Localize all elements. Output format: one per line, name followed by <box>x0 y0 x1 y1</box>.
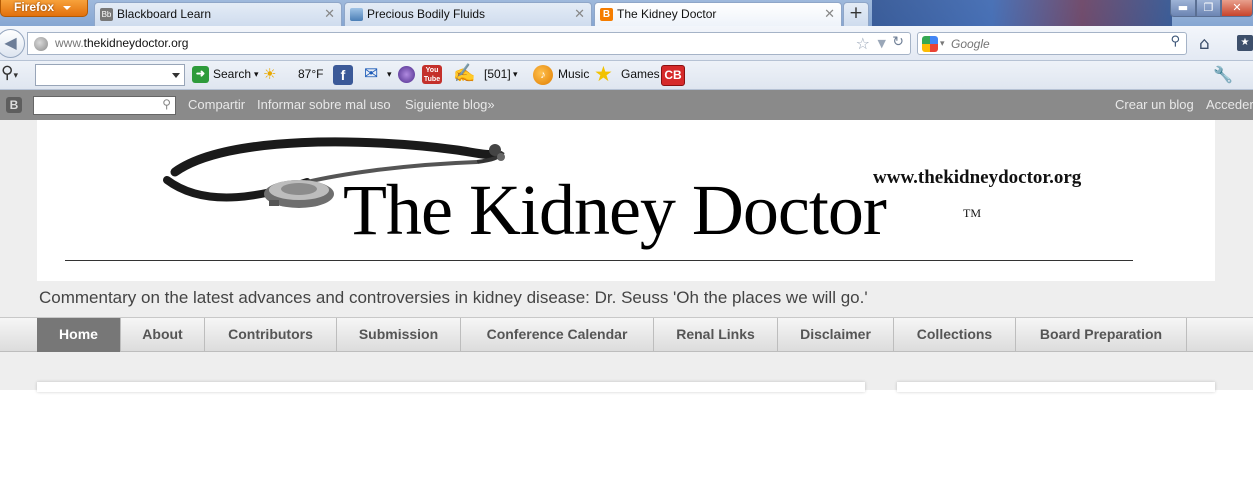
google-icon[interactable] <box>922 36 938 52</box>
header-url-text: www.thekidneydoctor.org <box>873 167 1082 188</box>
firefox-menu-button[interactable]: Firefox <box>0 0 88 17</box>
url-bar[interactable]: www.thekidneydoctor.org ☆ ▼ ↻ <box>27 32 911 55</box>
toolbar-search-label[interactable]: Search <box>213 67 251 81</box>
new-tab-button[interactable]: + <box>843 2 869 26</box>
mail-icon[interactable]: ✉ <box>364 64 378 84</box>
search-arrow-icon[interactable]: ➜ <box>192 66 209 83</box>
chevron-down-icon[interactable]: ▾ <box>513 69 518 80</box>
blogger-favicon-icon: B <box>600 8 613 21</box>
next-blog-link[interactable]: Siguiente blog» <box>405 97 495 112</box>
chevron-down-icon[interactable]: ▾ <box>387 69 392 80</box>
tab-conference-calendar[interactable]: Conference Calendar <box>461 318 654 352</box>
blogger-logo-icon[interactable]: B <box>6 97 22 113</box>
browser-tab-strip: Firefox Bb Blackboard Learn ✕ Precious B… <box>0 0 1253 26</box>
mail-count[interactable]: [501] <box>484 67 511 81</box>
browser-tab-kidney-doctor[interactable]: B The Kidney Doctor ✕ <box>594 2 842 26</box>
music-link[interactable]: Music <box>558 67 589 81</box>
header-title-text: The Kidney Doctor <box>343 170 887 250</box>
wrench-icon[interactable]: 🔧 <box>1213 65 1233 85</box>
tab-collections[interactable]: Collections <box>894 318 1016 352</box>
close-icon[interactable]: ✕ <box>574 3 585 25</box>
search-icon[interactable]: ⚲▾ <box>1 63 18 83</box>
addon-toolbar: ⚲▾ ➜ Search ▾ ☀ 87°F f ✉ ▾ You Tube ✍ [5… <box>0 61 1253 90</box>
blackboard-favicon-icon: Bb <box>100 8 113 21</box>
blog-page: www.thekidneydoctor.org The Kidney Docto… <box>0 120 1253 392</box>
close-icon[interactable]: ✕ <box>324 3 335 25</box>
blogger-navbar: B ⚲ Compartir Informar sobre mal uso Sig… <box>0 90 1253 120</box>
tab-about[interactable]: About <box>121 318 205 352</box>
home-icon[interactable]: ⌂ <box>1199 34 1210 54</box>
tab-contributors[interactable]: Contributors <box>205 318 337 352</box>
report-abuse-link[interactable]: Informar sobre mal uso <box>257 97 391 112</box>
url-text: www.thekidneydoctor.org <box>55 36 188 50</box>
tab-title: The Kidney Doctor <box>617 7 717 21</box>
games-star-icon[interactable]: ★ <box>594 62 613 87</box>
firefox-menu-label: Firefox <box>14 0 55 14</box>
create-blog-link[interactable]: Crear un blog <box>1115 97 1194 112</box>
tab-title: Precious Bodily Fluids <box>367 7 486 21</box>
site-identity-icon[interactable] <box>34 37 48 51</box>
main-content-card <box>37 382 865 392</box>
blog-favicon-icon <box>350 8 363 21</box>
blog-search-input[interactable]: ⚲ <box>33 96 176 115</box>
back-arrow-icon: ◀ <box>4 33 17 52</box>
bookmark-star-icon[interactable]: ☆ <box>856 34 870 53</box>
tab-disclaimer[interactable]: Disclaimer <box>778 318 894 352</box>
browser-tab-precious-bodily-fluids[interactable]: Precious Bodily Fluids ✕ <box>344 2 592 26</box>
history-dropdown-icon[interactable]: ▼ <box>878 34 886 54</box>
browser-tab-blackboard[interactable]: Bb Blackboard Learn ✕ <box>94 2 342 26</box>
blog-header-banner[interactable]: www.thekidneydoctor.org The Kidney Docto… <box>37 120 1215 281</box>
sidebar-card <box>897 382 1215 392</box>
search-icon[interactable]: ⚲ <box>1170 34 1180 49</box>
games-link[interactable]: Games <box>621 67 660 81</box>
navigation-bar: ◀ www.thekidneydoctor.org ☆ ▼ ↻ ▾ ⚲ ⌂ ★ <box>0 26 1253 61</box>
share-link[interactable]: Compartir <box>188 97 245 112</box>
search-icon[interactable]: ⚲ <box>162 97 171 111</box>
tab-board-preparation[interactable]: Board Preparation <box>1016 318 1187 352</box>
chevron-down-icon[interactable]: ▾ <box>940 36 945 52</box>
close-icon[interactable]: ✕ <box>824 3 835 25</box>
radio-icon[interactable] <box>398 66 415 83</box>
toolbar-search-combo[interactable] <box>35 64 185 86</box>
youtube-icon[interactable]: You Tube <box>422 65 442 84</box>
maximize-button[interactable]: ❐ <box>1196 0 1221 17</box>
cb-badge-icon[interactable]: CB <box>661 65 685 86</box>
sign-in-link[interactable]: Acceder <box>1206 97 1253 112</box>
blog-description: Commentary on the latest advances and co… <box>39 288 868 307</box>
weather-sun-icon[interactable]: ☀ <box>263 65 276 83</box>
web-search-input[interactable] <box>951 35 1161 52</box>
blog-nav-tabs: Home About Contributors Submission Confe… <box>0 317 1253 352</box>
facebook-icon[interactable]: f <box>333 65 353 85</box>
url-domain: thekidneydoctor.org <box>83 36 189 50</box>
header-rule <box>65 260 1133 261</box>
messenger-icon[interactable]: ✍ <box>453 63 475 84</box>
close-window-button[interactable]: ✕ <box>1221 0 1253 17</box>
header-trademark: TM <box>963 206 981 220</box>
web-search-box[interactable]: ▾ ⚲ <box>917 32 1187 55</box>
tab-submission[interactable]: Submission <box>337 318 461 352</box>
tab-title: Blackboard Learn <box>117 7 212 21</box>
url-prefix: www. <box>55 36 84 50</box>
chevron-down-icon[interactable] <box>172 73 180 78</box>
window-controls: ▬ ❐ ✕ <box>1170 0 1253 17</box>
tab-home[interactable]: Home <box>37 318 121 352</box>
back-button[interactable]: ◀ <box>0 29 25 58</box>
minimize-button[interactable]: ▬ <box>1170 0 1196 17</box>
chevron-down-icon[interactable]: ▾ <box>254 69 259 80</box>
desktop-background <box>872 0 1172 26</box>
chevron-down-icon <box>63 6 71 10</box>
weather-temperature[interactable]: 87°F <box>298 67 323 81</box>
tab-renal-links[interactable]: Renal Links <box>654 318 778 352</box>
bookmarks-icon[interactable]: ★ <box>1237 35 1253 51</box>
reload-icon[interactable]: ↻ <box>892 34 904 50</box>
music-icon[interactable]: ♪ <box>533 65 553 85</box>
